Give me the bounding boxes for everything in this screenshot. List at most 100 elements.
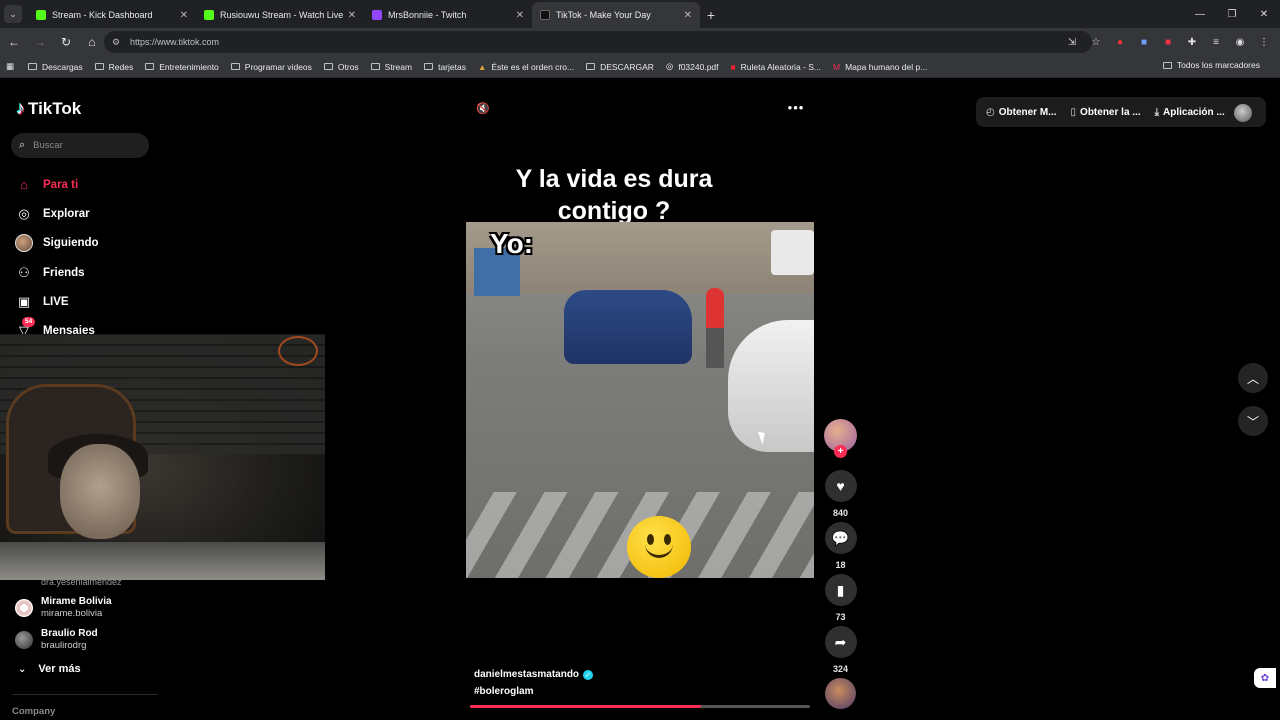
bookmarks-bar: ▦ Descargas Redes Entretenimiento Progra… [0,56,1280,78]
chevron-down-icon: ﹀ [1246,414,1259,429]
all-bookmarks-folder[interactable]: Todos los marcadores [1162,60,1260,70]
following-username-partial[interactable]: dra.yesenialmendez [41,577,151,587]
tab-search-menu-icon[interactable]: ⌄ [4,5,22,23]
company-link[interactable]: Company [12,706,55,717]
reload-icon[interactable]: ↻ [54,30,78,54]
following-avatar [15,234,33,253]
media-controls-icon[interactable]: ≡ [1206,32,1226,52]
close-tab-icon[interactable]: ✕ [348,10,356,21]
comment-icon[interactable]: 💬 [824,522,857,554]
address-bar[interactable]: ⚙ https://www.tiktok.com [104,31,1092,53]
music-disc-avatar[interactable] [825,678,856,709]
sidebar-item-siguiendo[interactable]: Siguiendo [15,229,160,258]
bookmark-folder[interactable]: Stream [370,62,412,72]
bookmark-folder[interactable]: DESCARGAR [586,62,654,72]
mute-icon[interactable]: 🔇 [474,99,492,117]
close-tab-icon[interactable]: ✕ [180,10,188,21]
video-progress-bar[interactable] [470,705,810,708]
bookmark-folder[interactable]: Otros [323,62,359,72]
sidebar-divider [12,694,158,695]
action-label: Obtener M... [998,106,1057,118]
next-video-button[interactable]: ﹀ [1238,406,1268,436]
sidebar-item-para-ti[interactable]: ⌂ Para ti [15,170,160,199]
apps-grid-icon[interactable]: ▦ [6,61,14,72]
save-action: ▮ 73 [824,574,857,622]
translate-icon[interactable]: ■ [1134,32,1154,52]
account-name: Mirame Bolivia [41,596,112,607]
coin-icon: ◴ [986,106,995,118]
get-coins-button[interactable]: ◴ Obtener M... [986,107,1057,118]
video-player[interactable]: Yo: [466,222,814,578]
phone-icon: ▯ [1070,106,1077,118]
forward-icon[interactable]: → [28,30,52,54]
browser-tab-tiktok[interactable]: TikTok - Make Your Day ✕ [532,2,700,28]
logo-text: TikTok [28,98,82,118]
new-tab-icon[interactable]: + [700,4,722,26]
account-username: braulirodrg [41,640,87,651]
extension-red-icon[interactable]: ● [1110,32,1130,52]
desktop-app-button[interactable]: ⤓ Aplicación ... [1155,107,1225,118]
close-tab-icon[interactable]: ✕ [684,10,692,21]
home-icon[interactable]: ⌂ [80,30,104,54]
author-name: danielmestasmatando [474,669,580,680]
bookmark-label: Redes [108,61,134,72]
sidebar-item-live[interactable]: ▣ LIVE [15,287,160,316]
search-placeholder: Buscar [33,140,63,151]
sidebar-item-friends[interactable]: ⚇ Friends [15,258,160,287]
kick-favicon-icon [36,10,46,20]
browser-tab-kick-stream[interactable]: Rusiouwu Stream - Watch Live ✕ [196,2,364,28]
following-account[interactable]: Mirame Bolivia mirame.bolivia [15,596,112,620]
folder-icon [94,63,104,70]
sidebar-item-label: Siguiendo [43,237,99,250]
home-icon: ⌂ [20,177,28,193]
bookmark-folder[interactable]: Entretenimiento [145,62,219,72]
maximize-icon[interactable]: ❐ [1216,0,1248,28]
compass-icon: ◎ [18,205,30,221]
see-more-button[interactable]: ⌄ Ver más [18,663,81,675]
heart-icon[interactable]: ♥ [824,470,857,502]
video-author[interactable]: danielmestasmatando ✓ [474,669,594,680]
back-icon[interactable]: ← [2,30,26,54]
get-app-button[interactable]: ▯ Obtener la ... [1071,107,1141,118]
bookmark-icon[interactable]: ▮ [824,574,857,606]
profile-icon[interactable]: ◉ [1230,32,1250,52]
following-account[interactable]: Braulio Rod braulirodrg [15,628,98,652]
tiktok-logo[interactable]: ♪ TikTok [16,98,81,119]
top-actions-bar: ◴ Obtener M... ▯ Obtener la ... ⤓ Aplicació… [976,97,1266,127]
bookmark-link[interactable]: M Mapa humano del p... [833,62,927,72]
bookmark-folder[interactable]: Descargas [28,62,83,72]
previous-video-button[interactable]: ︿ [1238,363,1268,393]
browser-tab-twitch[interactable]: MrsBonniie - Twitch ✕ [364,2,532,28]
folder-icon [586,63,596,70]
bookmark-link[interactable]: ▲ Éste es el orden cro... [478,62,574,72]
extension-pink-icon[interactable]: ■ [1158,32,1178,52]
bookmark-star-icon[interactable]: ☆ [1086,32,1106,52]
sidebar-item-label: Friends [43,266,85,279]
close-window-icon[interactable]: ✕ [1248,0,1280,28]
install-app-icon[interactable]: ⇲ [1062,32,1082,52]
browser-menu-icon[interactable]: ⋮ [1254,32,1274,52]
tiktok-note-icon: ♪ [16,98,25,118]
bookmark-folder[interactable]: tarjetas [424,62,466,72]
site-info-icon[interactable]: ⚙ [112,37,122,47]
follow-plus-icon[interactable]: + [834,445,847,458]
browser-toolbar: ← → ↻ ⌂ ⚙ https://www.tiktok.com ⇲ ☆ ● ■… [0,28,1280,56]
account-avatar [15,631,33,649]
user-profile-avatar[interactable] [1234,104,1252,122]
bookmark-folder[interactable]: Redes [94,61,134,72]
share-icon[interactable]: ➦ [824,626,857,658]
bookmark-link[interactable]: ◎ f03240.pdf [666,61,719,72]
live-icon: ▣ [17,293,31,309]
video-hashtag[interactable]: #boleroglam [474,686,533,697]
more-options-icon[interactable]: ••• [786,99,806,115]
bookmark-link[interactable]: ■ Ruleta Aleatoria - S... [731,62,821,72]
sidebar-item-explorar[interactable]: ◎ Explorar [15,199,160,228]
minimize-icon[interactable]: — [1184,0,1216,28]
floating-extension-icon[interactable]: ✿ [1254,668,1276,688]
bookmark-folder[interactable]: Programar videos [230,62,312,72]
close-tab-icon[interactable]: ✕ [516,10,524,21]
extensions-puzzle-icon[interactable]: ✚ [1182,32,1202,52]
browser-tab-kick-dashboard[interactable]: Stream - Kick Dashboard ✕ [28,2,196,28]
search-input[interactable]: ⌕ Buscar [11,133,149,158]
folder-icon [1162,61,1172,69]
